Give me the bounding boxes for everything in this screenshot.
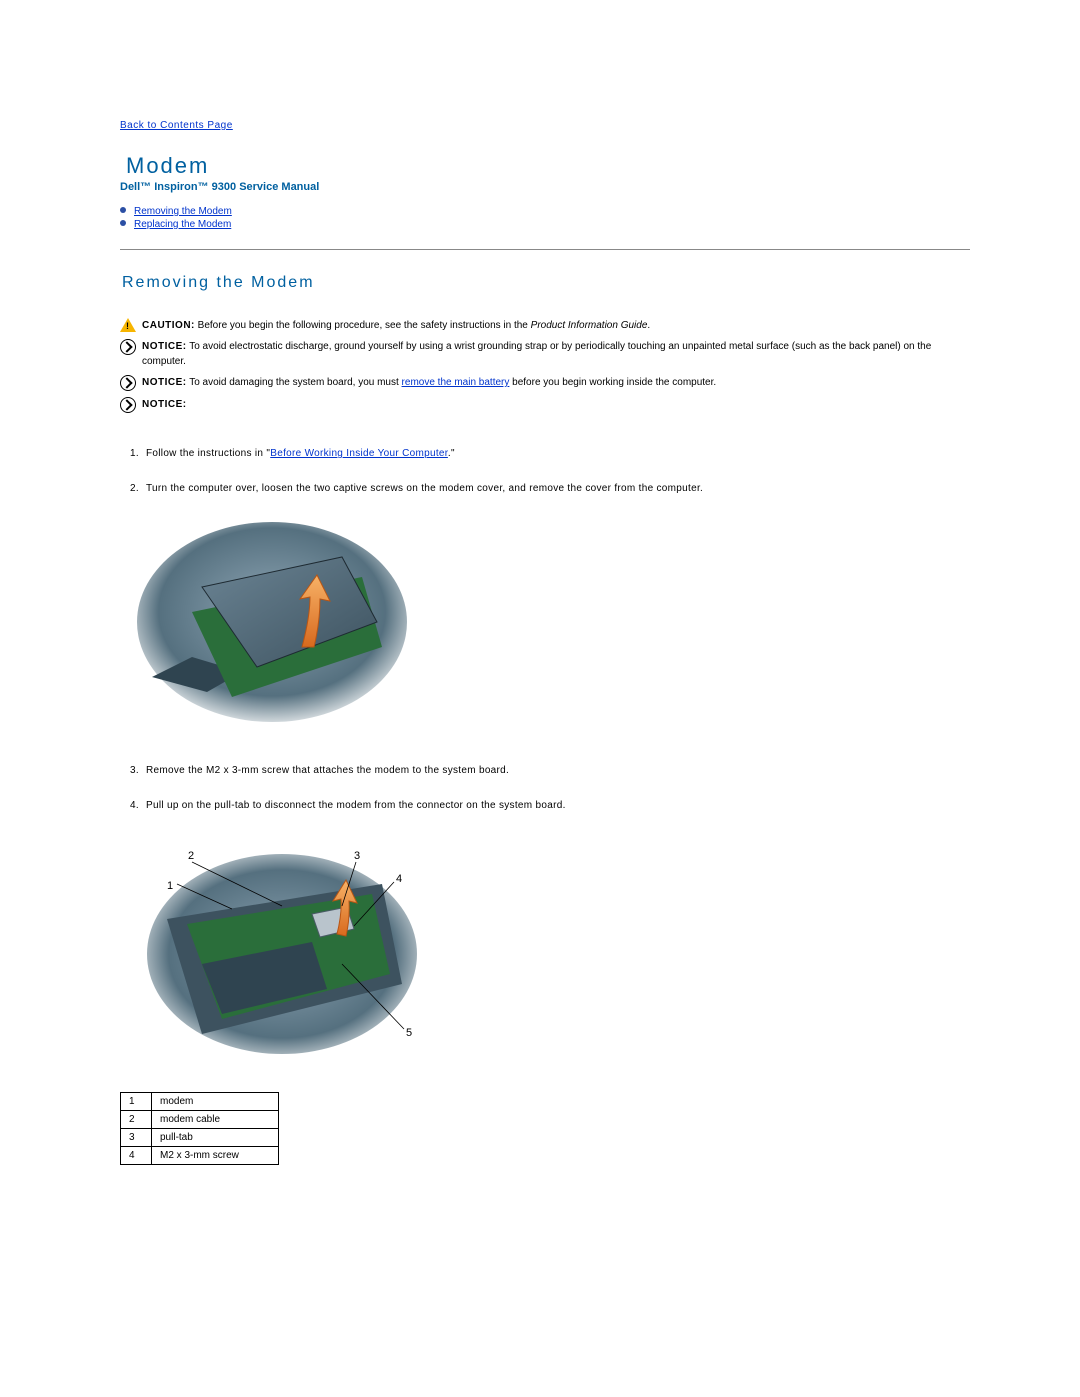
section-title: Removing the Modem — [122, 274, 970, 292]
table-row: 1 modem — [121, 1093, 279, 1111]
table-row: 3 pull-tab — [121, 1129, 279, 1147]
callout-5: 5 — [406, 1027, 412, 1039]
step-4: Pull up on the pull-tab to disconnect th… — [142, 799, 970, 812]
legend-table: 1 modem 2 modem cable 3 pull-tab 4 M2 x … — [120, 1092, 279, 1165]
caution-text: Before you begin the following procedure… — [198, 320, 531, 331]
notice1-text: To avoid electrostatic discharge, ground… — [142, 341, 931, 367]
page-title: Modem — [126, 153, 970, 179]
notice-icon — [120, 339, 136, 355]
notice-row-1: NOTICE: To avoid electrostatic discharge… — [120, 339, 970, 369]
legend-num: 4 — [121, 1147, 152, 1165]
legend-label: M2 x 3-mm screw — [152, 1147, 279, 1165]
notice2-text-a: To avoid damaging the system board, you … — [187, 377, 402, 388]
notice-icon — [120, 375, 136, 391]
toc-link-replacing[interactable]: Replacing the Modem — [134, 219, 231, 230]
legend-label: modem cable — [152, 1111, 279, 1129]
notice2-label: NOTICE: — [142, 377, 187, 388]
back-to-contents-link[interactable]: Back to Contents Page — [120, 120, 233, 131]
toc-link-removing[interactable]: Removing the Modem — [134, 206, 232, 217]
step-3: Remove the M2 x 3-mm screw that attaches… — [142, 764, 970, 777]
step-2: Turn the computer over, loosen the two c… — [142, 482, 970, 495]
step1-text-a: Follow the instructions in " — [146, 448, 270, 459]
before-working-link[interactable]: Before Working Inside Your Computer — [270, 448, 448, 459]
caution-label: CAUTION: — [142, 320, 195, 331]
callout-4: 4 — [396, 873, 402, 885]
caution-icon — [120, 318, 136, 332]
steps-list: Follow the instructions in "Before Worki… — [120, 447, 970, 495]
caution-end: . — [647, 320, 650, 331]
remove-battery-link[interactable]: remove the main battery — [402, 377, 510, 388]
page-subtitle: Dell™ Inspiron™ 9300 Service Manual — [120, 181, 970, 193]
callout-2: 2 — [188, 850, 194, 862]
table-row: 4 M2 x 3-mm screw — [121, 1147, 279, 1165]
notice2-text-b: before you begin working inside the comp… — [509, 377, 716, 388]
notice1-label: NOTICE: — [142, 341, 187, 352]
toc-list: Removing the Modem Replacing the Modem — [120, 205, 970, 231]
figure-1 — [132, 517, 970, 730]
step-1: Follow the instructions in "Before Worki… — [142, 447, 970, 460]
caution-row: CAUTION: Before you begin the following … — [120, 318, 970, 333]
notice-row-3: NOTICE: — [120, 397, 970, 413]
notice3-label: NOTICE: — [142, 399, 187, 410]
callout-3: 3 — [354, 850, 360, 862]
legend-num: 3 — [121, 1129, 152, 1147]
notice-icon — [120, 397, 136, 413]
step1-text-b: ." — [448, 448, 455, 459]
steps-list-2: Remove the M2 x 3-mm screw that attaches… — [120, 764, 970, 812]
caution-italic: Product Information Guide — [531, 320, 648, 331]
notice-row-2: NOTICE: To avoid damaging the system boa… — [120, 375, 970, 391]
legend-num: 1 — [121, 1093, 152, 1111]
legend-num: 2 — [121, 1111, 152, 1129]
table-row: 2 modem cable — [121, 1111, 279, 1129]
callout-1: 1 — [167, 880, 173, 892]
figure-2: 2 1 3 4 5 — [132, 834, 970, 1062]
section-divider — [120, 249, 970, 250]
legend-label: pull-tab — [152, 1129, 279, 1147]
legend-label: modem — [152, 1093, 279, 1111]
